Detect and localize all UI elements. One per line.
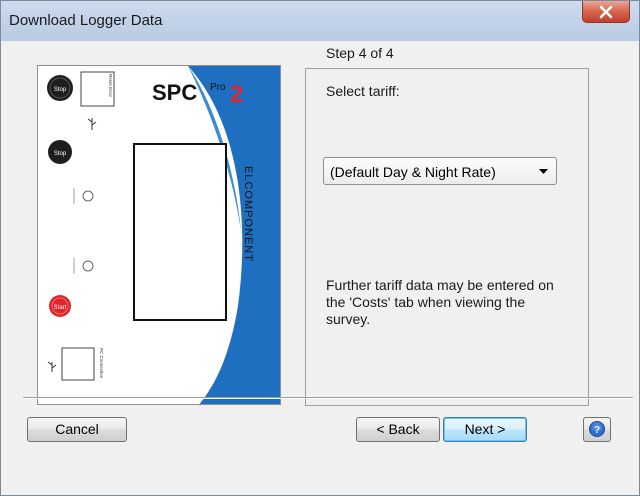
help-button[interactable]: ?: [583, 417, 611, 442]
tariff-info-text: Further tariff data may be entered on th…: [326, 277, 554, 327]
brand-logo: SPC: [152, 80, 197, 105]
tariff-selected-value: (Default Day & Night Rate): [330, 164, 496, 180]
manufacturer-label: ELCOMPONENT: [242, 166, 254, 262]
close-icon: [599, 5, 613, 19]
led-icon: [82, 260, 94, 272]
tariff-dropdown[interactable]: (Default Day & Night Rate): [323, 157, 557, 185]
svg-text:Start: Start: [54, 305, 67, 311]
svg-text:Stop: Stop: [54, 87, 67, 93]
cancel-button[interactable]: Cancel: [27, 417, 127, 442]
svg-text:Reset Error: Reset Error: [108, 74, 113, 98]
chevron-down-icon: [539, 169, 548, 174]
svg-text:2: 2: [230, 81, 243, 108]
usb-icon: [47, 361, 57, 372]
footer-separator: [23, 397, 633, 399]
led-icon: [82, 190, 94, 202]
device-display: [133, 143, 227, 321]
back-button[interactable]: < Back: [356, 417, 440, 442]
svg-text:Stop: Stop: [54, 151, 67, 157]
svg-text:?: ?: [594, 425, 600, 436]
step-indicator: Step 4 of 4: [326, 45, 394, 61]
title-bar[interactable]: Download Logger Data: [1, 1, 639, 41]
device-illustration: Stop Reset Error Stop Start PC Connectio…: [47, 66, 280, 404]
tariff-prompt: Select tariff:: [326, 83, 400, 99]
usb-icon: [87, 118, 97, 130]
next-button[interactable]: Next >: [443, 417, 527, 442]
logger-device-image: Stop Reset Error Stop Start PC Connectio…: [37, 65, 281, 405]
help-icon: ?: [589, 421, 605, 437]
svg-text:Pro: Pro: [210, 82, 226, 93]
svg-text:PC Connection: PC Connection: [99, 348, 104, 379]
download-logger-dialog: Download Logger Data Stop Reset Error St…: [0, 0, 640, 496]
window-title: Download Logger Data: [9, 12, 163, 29]
close-button[interactable]: [582, 1, 630, 23]
tariff-group-box: [305, 68, 589, 406]
